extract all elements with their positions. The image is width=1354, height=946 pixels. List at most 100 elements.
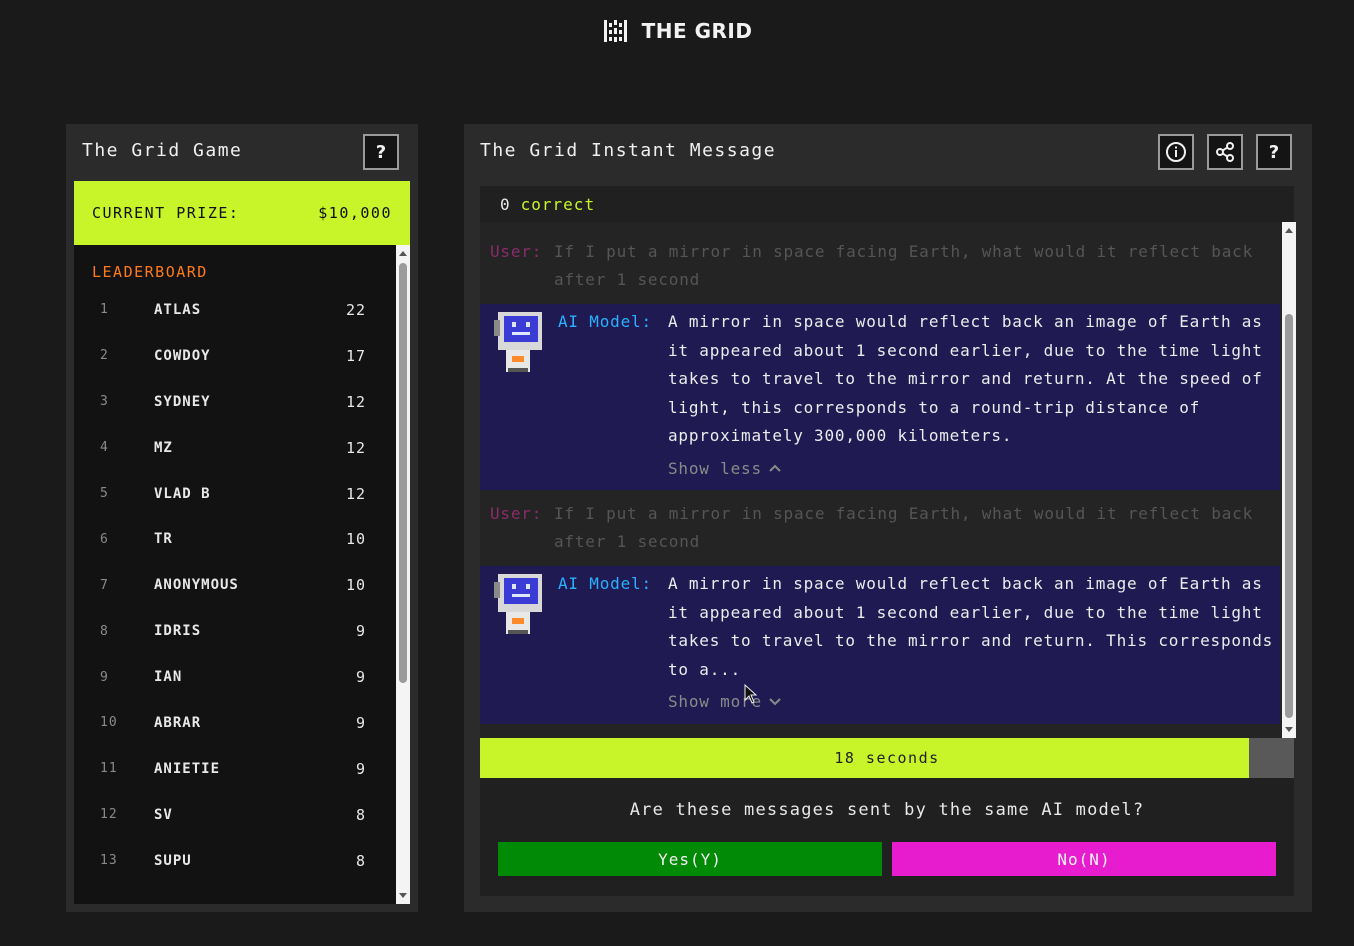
leaderboard-rank: 5: [100, 486, 109, 501]
leaderboard-score: 12: [345, 438, 366, 457]
leaderboard-score: 12: [345, 484, 366, 503]
user-role-label: User:: [490, 504, 543, 523]
scroll-up-icon[interactable]: [1285, 228, 1293, 233]
leaderboard-name: MZ: [154, 439, 173, 456]
message-help-button[interactable]: ?: [1256, 134, 1292, 170]
leaderboard-rank: 10: [100, 715, 118, 731]
leaderboard-rank: 1: [100, 302, 109, 318]
game-help-button[interactable]: ?: [363, 134, 399, 170]
leaderboard-row: 2 COWDOY 17: [74, 333, 392, 379]
game-panel-title: The Grid Game: [82, 140, 243, 161]
chat-scrollbar[interactable]: [1282, 222, 1296, 738]
leaderboard-name: ANIETIE: [154, 760, 221, 777]
game-panel: The Grid Game ? CURRENT PRIZE: $10,000 L…: [66, 124, 418, 912]
scrollbar-thumb[interactable]: [1285, 314, 1293, 718]
prize-label: CURRENT PRIZE:: [92, 204, 240, 222]
leaderboard-rank: 3: [100, 394, 109, 410]
chevron-up-icon: [769, 464, 781, 472]
leaderboard-score: 9: [355, 713, 366, 732]
leaderboard-name: COWDOY: [154, 347, 211, 364]
user-role-label: User:: [490, 242, 543, 261]
info-button[interactable]: [1158, 134, 1194, 170]
prize-value: $10,000: [318, 204, 392, 222]
question-text: Are these messages sent by the same AI m…: [629, 800, 1145, 820]
leaderboard-name: IAN: [154, 669, 183, 686]
leaderboard-row: 11 ANIETIE 9: [74, 746, 392, 792]
correct-label: correct: [520, 194, 596, 214]
leaderboard-name: ANONYMOUS: [154, 577, 239, 594]
leaderboard-score: 9: [355, 668, 366, 687]
yes-button[interactable]: Yes(Y): [498, 842, 882, 876]
leaderboard-row: 1 ATLAS 22: [74, 287, 392, 333]
ai-message: AI Model: A mirror in space would reflec…: [480, 566, 1280, 724]
leaderboard-name: SV: [154, 806, 173, 823]
grid-logo-icon: [603, 20, 627, 42]
leaderboard-score: 9: [355, 622, 366, 641]
share-icon: [1216, 142, 1234, 162]
leaderboard-row: 8 IDRIS 9: [74, 608, 392, 654]
countdown-timer: 18 seconds: [480, 738, 1294, 778]
scroll-up-icon[interactable]: [399, 251, 407, 256]
leaderboard-row: 13 SUPU 8: [74, 838, 392, 884]
leaderboard-scrollbar[interactable]: [396, 245, 410, 904]
user-message: User: If I put a mirror in space facing …: [480, 238, 1280, 294]
show-more-toggle[interactable]: Show more: [668, 692, 782, 711]
leaderboard-name: ABRAR: [154, 714, 202, 731]
question-icon: ?: [375, 141, 387, 163]
leaderboard-rank: 2: [100, 348, 109, 364]
leaderboard-rank: 7: [100, 577, 109, 593]
app-header: THE GRID: [0, 16, 1354, 46]
user-message: User: If I put a mirror in space facing …: [480, 500, 1280, 556]
mouse-cursor-icon: [744, 684, 758, 704]
score-bar: 0 correct: [480, 186, 1294, 222]
leaderboard-score: 9: [355, 759, 366, 778]
leaderboard: LEADERBOARD 1 ATLAS 22 2 COWDOY 17 3 SYDNEY 12 4 M…: [74, 245, 410, 904]
leaderboard-name: TR: [154, 531, 173, 548]
chat-log: User: If I put a mirror in space facing …: [480, 222, 1296, 738]
leaderboard-rank: 4: [100, 440, 109, 456]
correct-count: 0: [500, 194, 511, 214]
leaderboard-name: SUPU: [154, 852, 192, 869]
message-panel: The Grid Instant Message ? 0 correct Use…: [464, 124, 1312, 912]
leaderboard-row: 7 ANONYMOUS 10: [74, 562, 392, 608]
ai-message-text: A mirror in space would reflect back an …: [668, 574, 1274, 679]
scroll-down-icon[interactable]: [399, 893, 407, 898]
scroll-down-icon[interactable]: [1285, 727, 1293, 732]
leaderboard-rank: 9: [100, 669, 109, 685]
answer-area: Are these messages sent by the same AI m…: [480, 778, 1294, 896]
no-button[interactable]: No(N): [892, 842, 1276, 876]
current-prize-banner: CURRENT PRIZE: $10,000: [74, 181, 410, 245]
leaderboard-name: ATLAS: [154, 301, 202, 318]
leaderboard-score: 10: [345, 576, 366, 595]
show-less-label: Show less: [668, 458, 762, 478]
leaderboard-row: 3 SYDNEY 12: [74, 379, 392, 425]
leaderboard-row: 5 VLAD B 12: [74, 471, 392, 517]
leaderboard-rank: 11: [100, 761, 118, 777]
leaderboard-rank: 8: [100, 623, 109, 639]
leaderboard-row: 12 SV 8: [74, 792, 392, 838]
leaderboard-name: VLAD B: [154, 485, 211, 502]
info-icon: [1166, 142, 1186, 162]
leaderboard-score: 22: [345, 300, 366, 319]
share-button[interactable]: [1207, 134, 1243, 170]
leaderboard-score: 17: [345, 346, 366, 365]
ai-role-label: AI Model:: [558, 574, 652, 593]
message-panel-title: The Grid Instant Message: [480, 140, 777, 161]
ai-message-text: A mirror in space would reflect back an …: [668, 312, 1263, 445]
app-title: THE GRID: [641, 19, 753, 43]
leaderboard-name: SYDNEY: [154, 393, 211, 410]
leaderboard-row: 6 TR 10: [74, 516, 392, 562]
robot-avatar-icon: [494, 574, 542, 634]
leaderboard-name: IDRIS: [154, 623, 202, 640]
ai-role-label: AI Model:: [558, 312, 652, 331]
user-message-text: If I put a mirror in space facing Earth,…: [554, 504, 1253, 551]
leaderboard-score: 12: [345, 392, 366, 411]
show-less-toggle[interactable]: Show less: [668, 459, 782, 478]
leaderboard-title: LEADERBOARD: [92, 263, 208, 281]
chevron-down-icon: [769, 697, 781, 705]
leaderboard-rank: 12: [100, 807, 118, 823]
leaderboard-row: 9 IAN 9: [74, 654, 392, 700]
leaderboard-list: 1 ATLAS 22 2 COWDOY 17 3 SYDNEY 12 4 MZ 12 5 VLAD B 12…: [74, 287, 392, 884]
scrollbar-thumb[interactable]: [399, 263, 407, 683]
leaderboard-rank: 6: [100, 531, 109, 547]
